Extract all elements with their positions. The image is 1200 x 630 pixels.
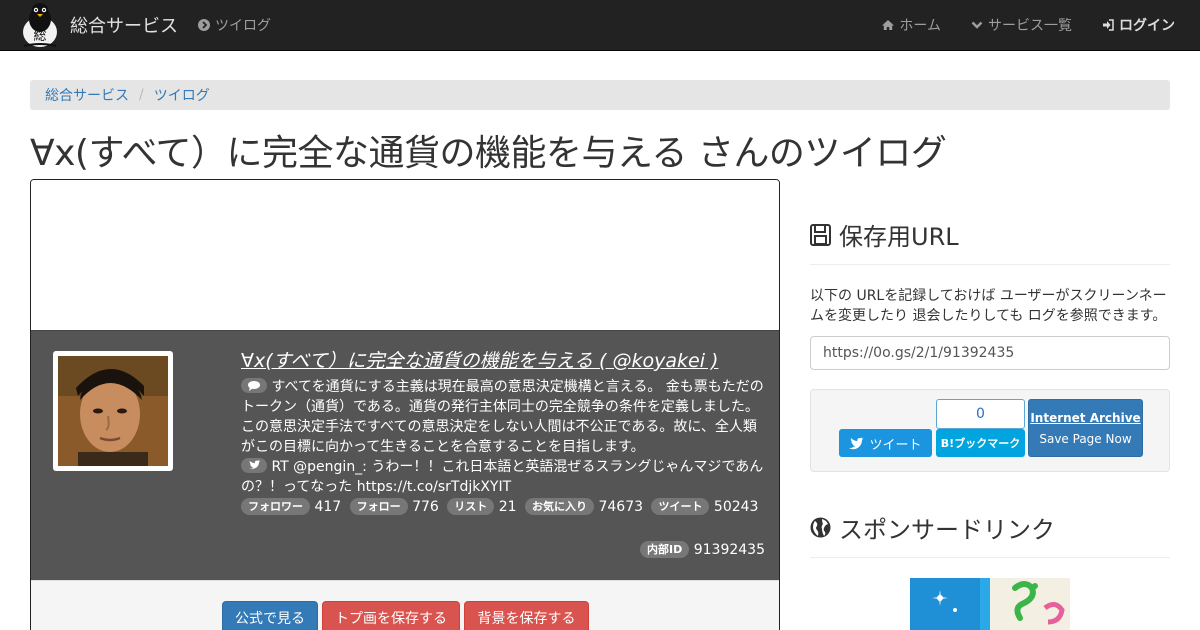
profile-info: ∀x(すべて）に完全な通貨の機能を与える ( @koyakei ) すべてを通貨… bbox=[241, 351, 766, 517]
sponsor-heading-text: スポンサードリンク bbox=[839, 516, 1055, 544]
stat-following-label: フォロー bbox=[349, 498, 408, 515]
sponsor-heading: スポンサードリンク bbox=[810, 510, 1055, 545]
internal-id: 内部ID 91392435 bbox=[640, 541, 765, 558]
home-icon bbox=[882, 20, 895, 30]
internal-id-value: 91392435 bbox=[693, 542, 765, 558]
globe-icon bbox=[810, 517, 831, 538]
view-official-button[interactable]: 公式で見る bbox=[222, 601, 318, 630]
hatena-count: 0 bbox=[936, 399, 1025, 429]
internet-archive-title: Internet Archive bbox=[1030, 411, 1141, 425]
nav-home-link[interactable]: ホーム bbox=[882, 15, 941, 35]
save-url-description: 以下の URLを記録しておけば ユーザーがスクリーンネームを変更したり 退会した… bbox=[810, 288, 1167, 324]
profile-actions: 公式で見る トプ画を保存する 背景を保存する bbox=[31, 580, 779, 630]
stat-tweets-label: ツイート bbox=[651, 498, 710, 515]
nav-right: ホーム サービス一覧 ログイン bbox=[882, 15, 1175, 35]
stat-lists-label: リスト bbox=[447, 498, 495, 515]
floppy-disk-icon bbox=[810, 223, 831, 246]
twitter-bird-icon bbox=[849, 436, 864, 449]
save-url-input[interactable] bbox=[810, 336, 1170, 370]
hatena-bookmark-button[interactable]: B!ブックマーク bbox=[936, 429, 1025, 457]
navbar: 総 総合サービス ツイログ ホーム サービス一覧 ログイン bbox=[0, 0, 1200, 51]
save-url-heading: 保存用URL bbox=[810, 217, 959, 252]
chevron-circle-right-icon bbox=[198, 19, 210, 31]
profile-name-link[interactable]: ∀x(すべて）に完全な通貨の機能を与える ( @koyakei ) bbox=[241, 351, 766, 371]
stat-tweets-value: 50243 bbox=[713, 499, 759, 515]
stat-lists-value: 21 bbox=[498, 499, 517, 515]
page-title: ∀x(すべて）に完全な通貨の機能を与える さんのツイログ bbox=[30, 133, 947, 174]
twitter-icon bbox=[241, 458, 267, 473]
sponsor-ad-image[interactable] bbox=[910, 578, 1070, 630]
chevron-down-icon bbox=[971, 21, 983, 29]
nav-tweetlog-link[interactable]: ツイログ bbox=[198, 15, 271, 35]
nav-login-label: ログイン bbox=[1119, 18, 1175, 34]
share-well: ツイート 0 B!ブックマーク Internet Archive Save Pa… bbox=[810, 389, 1170, 472]
brand-name: 総合サービス bbox=[70, 16, 178, 37]
nav-services-label: サービス一覧 bbox=[988, 18, 1072, 34]
avatar-frame[interactable] bbox=[53, 351, 173, 471]
profile-panel: ∀x(すべて）に完全な通貨の機能を与える ( @koyakei ) すべてを通貨… bbox=[30, 179, 780, 630]
profile-section: ∀x(すべて）に完全な通貨の機能を与える ( @koyakei ) すべてを通貨… bbox=[31, 330, 779, 580]
save-background-button[interactable]: 背景を保存する bbox=[464, 601, 589, 630]
profile-stats: フォロワー 417 フォロー 776 リスト 21 お気に入り 74673 ツイ… bbox=[241, 497, 766, 517]
save-top-image-button[interactable]: トプ画を保存する bbox=[322, 601, 460, 630]
divider bbox=[810, 264, 1170, 265]
avatar bbox=[58, 356, 168, 466]
divider bbox=[810, 557, 1170, 558]
breadcrumb-tweetlog-link[interactable]: ツイログ bbox=[154, 85, 210, 105]
tweet-share-label: ツイート bbox=[869, 437, 922, 453]
stat-favorites-value: 74673 bbox=[598, 499, 644, 515]
breadcrumb-separator: / bbox=[139, 87, 144, 103]
sign-in-icon bbox=[1103, 19, 1114, 31]
internet-archive-subtitle: Save Page Now bbox=[1039, 432, 1132, 446]
breadcrumb-home-link[interactable]: 総合サービス bbox=[45, 85, 129, 105]
internet-archive-button[interactable]: Internet Archive Save Page Now bbox=[1028, 399, 1143, 457]
logo-char: 総 bbox=[33, 29, 46, 44]
comment-icon bbox=[241, 378, 267, 393]
profile-bio-text: すべてを通貨にする主義は現在最高の意思決定機構と言える。 金も票もただのトークン… bbox=[241, 379, 764, 455]
stat-followers-label: フォロワー bbox=[241, 498, 310, 515]
internal-id-label: 内部ID bbox=[640, 541, 690, 558]
latest-tweet-text: RT @pengin_: うわー！！これ日本語と英語混ぜるスラングじゃんマジであ… bbox=[241, 459, 764, 495]
nav-tweetlog-label: ツイログ bbox=[215, 18, 271, 34]
nav-services-link[interactable]: サービス一覧 bbox=[971, 15, 1072, 35]
tweet-share-button[interactable]: ツイート bbox=[839, 429, 932, 457]
profile-banner bbox=[31, 180, 779, 330]
save-url-heading-text: 保存用URL bbox=[839, 223, 959, 251]
profile-bio: すべてを通貨にする主義は現在最高の意思決定機構と言える。 金も票もただのトークン… bbox=[241, 377, 766, 457]
breadcrumb: 総合サービス / ツイログ bbox=[30, 80, 1170, 110]
penguin-logo-icon: 総 bbox=[23, 3, 57, 47]
brand-link[interactable]: 総 総合サービス bbox=[20, 2, 178, 48]
stat-favorites-label: お気に入り bbox=[525, 498, 595, 515]
nav-home-label: ホーム bbox=[899, 18, 941, 34]
stat-followers-value: 417 bbox=[314, 499, 342, 515]
latest-tweet: RT @pengin_: うわー！！これ日本語と英語混ぜるスラングじゃんマジであ… bbox=[241, 457, 766, 497]
stat-following-value: 776 bbox=[412, 499, 439, 515]
nav-login-link[interactable]: ログイン bbox=[1102, 15, 1175, 35]
